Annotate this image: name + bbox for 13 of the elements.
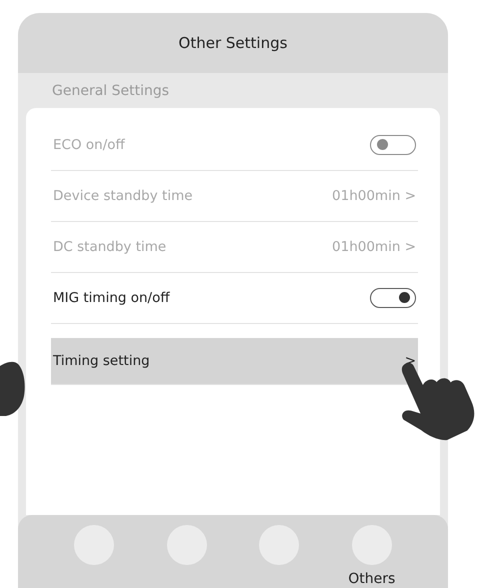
screen-title: Other Settings [178, 34, 288, 52]
setting-row[interactable]: MIG timing on/off [51, 273, 418, 324]
row-label: Device standby time [53, 188, 193, 204]
nav-label[interactable]: Others [348, 571, 396, 587]
section-label: General Settings [52, 82, 170, 98]
row-label: MIG timing on/off [53, 290, 170, 306]
row-value: 01h00min > [332, 188, 416, 204]
row-label: DC standby time [53, 239, 166, 255]
row-label: Timing setting [53, 353, 150, 369]
row-label: ECO on/off [53, 137, 125, 153]
toggle-switch[interactable] [370, 288, 416, 308]
row-value: 01h00min > [332, 239, 416, 255]
hand-icon [0, 360, 26, 416]
